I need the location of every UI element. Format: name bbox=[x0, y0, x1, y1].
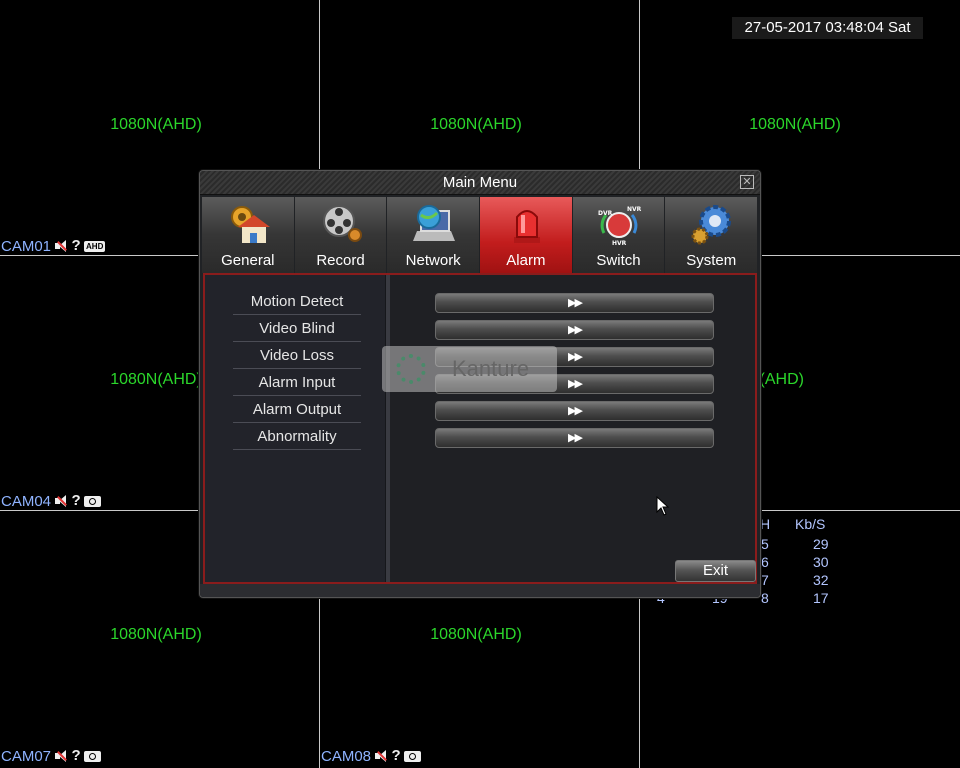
film-reel-icon bbox=[322, 205, 362, 242]
svg-text:NVR: NVR bbox=[627, 206, 642, 213]
stats-header-kbs: Kb/S bbox=[795, 516, 826, 532]
mouse-cursor-icon bbox=[656, 496, 670, 516]
datetime-display: 27-05-2017 03:48:04 Sat bbox=[732, 17, 923, 39]
watermark-text: Kanture bbox=[452, 356, 530, 381]
globe-laptop-icon bbox=[413, 205, 456, 241]
channel-7-resolution: 1080N(AHD) bbox=[110, 626, 202, 643]
channel-1-resolution: 1080N(AHD) bbox=[110, 116, 202, 133]
close-icon[interactable]: ✕ bbox=[740, 175, 754, 189]
ahd-badge: AHD bbox=[84, 240, 106, 252]
stats-channel: 8 bbox=[761, 590, 769, 606]
camera-icon bbox=[84, 750, 102, 762]
stats-kbs: 17 bbox=[813, 590, 829, 606]
audio-muted-icon bbox=[54, 494, 68, 508]
question-icon: ? bbox=[71, 492, 81, 509]
menu-item-alarm-input[interactable]: Alarm Input bbox=[233, 372, 361, 396]
channel-8-resolution: 1080N(AHD) bbox=[430, 626, 522, 643]
tab-system[interactable]: System bbox=[665, 197, 758, 273]
video-blind-open-button[interactable]: ▶▶ bbox=[435, 320, 714, 340]
audio-muted-icon bbox=[54, 239, 68, 253]
cam07-label-group: CAM07 ? bbox=[1, 747, 102, 765]
svg-text:HVR: HVR bbox=[612, 240, 627, 245]
alarm-output-open-button[interactable]: ▶▶ bbox=[435, 401, 714, 421]
stats-kbs: 32 bbox=[813, 572, 829, 588]
dialog-titlebar[interactable]: Main Menu ✕ bbox=[200, 171, 760, 195]
cam07-name: CAM07 bbox=[1, 747, 52, 765]
tab-record-label: Record bbox=[316, 252, 365, 269]
watermark-logo-icon bbox=[396, 354, 426, 384]
cam08-label-group: CAM08 ? bbox=[321, 747, 422, 765]
tab-switch-label: Switch bbox=[596, 252, 641, 269]
menu-item-alarm-output[interactable]: Alarm Output bbox=[233, 399, 361, 423]
tab-network-label: Network bbox=[405, 252, 461, 269]
alarm-panel: Motion Detect Video Blind Video Loss Ala… bbox=[203, 273, 757, 584]
dialog-bottom-bar bbox=[200, 584, 760, 597]
audio-muted-icon bbox=[374, 749, 388, 763]
stats-channel: 6 bbox=[761, 554, 769, 570]
cam01-name: CAM01 bbox=[1, 237, 52, 255]
tab-network[interactable]: Network bbox=[387, 197, 480, 273]
channel-3-resolution: 1080N(AHD) bbox=[749, 116, 841, 133]
cam08-name: CAM08 bbox=[321, 747, 372, 765]
camera-icon bbox=[404, 750, 422, 762]
stats-header-channel: H bbox=[760, 516, 771, 532]
stats-channel: 7 bbox=[761, 572, 769, 588]
tab-switch[interactable]: DVR NVR HVR Switch bbox=[572, 197, 665, 273]
cam01-label-group: CAM01 ? AHD bbox=[1, 237, 106, 255]
stats-kbs: 30 bbox=[813, 554, 829, 570]
menu-item-video-blind[interactable]: Video Blind bbox=[233, 318, 361, 342]
channel-2-resolution: 1080N(AHD) bbox=[430, 116, 522, 133]
menu-item-abnormality[interactable]: Abnormality bbox=[233, 426, 361, 450]
question-icon: ? bbox=[391, 747, 401, 764]
tab-alarm-label: Alarm bbox=[506, 252, 546, 269]
dvr-nvr-switch-icon: DVR NVR HVR bbox=[598, 206, 642, 245]
audio-muted-icon bbox=[54, 749, 68, 763]
camera-icon bbox=[84, 495, 102, 507]
watermark: Kanture bbox=[382, 346, 557, 392]
stats-channel: 5 bbox=[761, 536, 769, 552]
motion-detect-open-button[interactable]: ▶▶ bbox=[435, 293, 714, 313]
tab-alarm[interactable]: Alarm bbox=[480, 197, 572, 273]
menu-item-video-loss[interactable]: Video Loss bbox=[233, 345, 361, 369]
siren-icon bbox=[514, 210, 541, 243]
question-icon: ? bbox=[71, 747, 81, 764]
main-menu-tabs: General Record Network Alarm DVR NVR HVR… bbox=[202, 197, 758, 273]
alarm-submenu: Motion Detect Video Blind Video Loss Ala… bbox=[205, 275, 385, 582]
tab-general-label: General bbox=[221, 252, 275, 269]
tab-record[interactable]: Record bbox=[294, 197, 387, 273]
svg-text:DVR: DVR bbox=[598, 210, 613, 217]
panel-divider bbox=[385, 275, 390, 582]
tab-system-label: System bbox=[686, 252, 737, 269]
gears-icon bbox=[691, 205, 732, 245]
exit-button[interactable]: Exit bbox=[675, 560, 756, 582]
cam04-name: CAM04 bbox=[1, 492, 52, 510]
menu-item-motion-detect[interactable]: Motion Detect bbox=[233, 291, 361, 315]
house-gear-icon bbox=[231, 206, 270, 243]
tab-general[interactable]: General bbox=[202, 197, 294, 273]
stats-kbs: 29 bbox=[813, 536, 829, 552]
question-icon: ? bbox=[71, 237, 81, 254]
dialog-title: Main Menu bbox=[442, 174, 518, 191]
abnormality-open-button[interactable]: ▶▶ bbox=[435, 428, 714, 448]
cam04-label-group: CAM04 ? bbox=[1, 492, 102, 510]
